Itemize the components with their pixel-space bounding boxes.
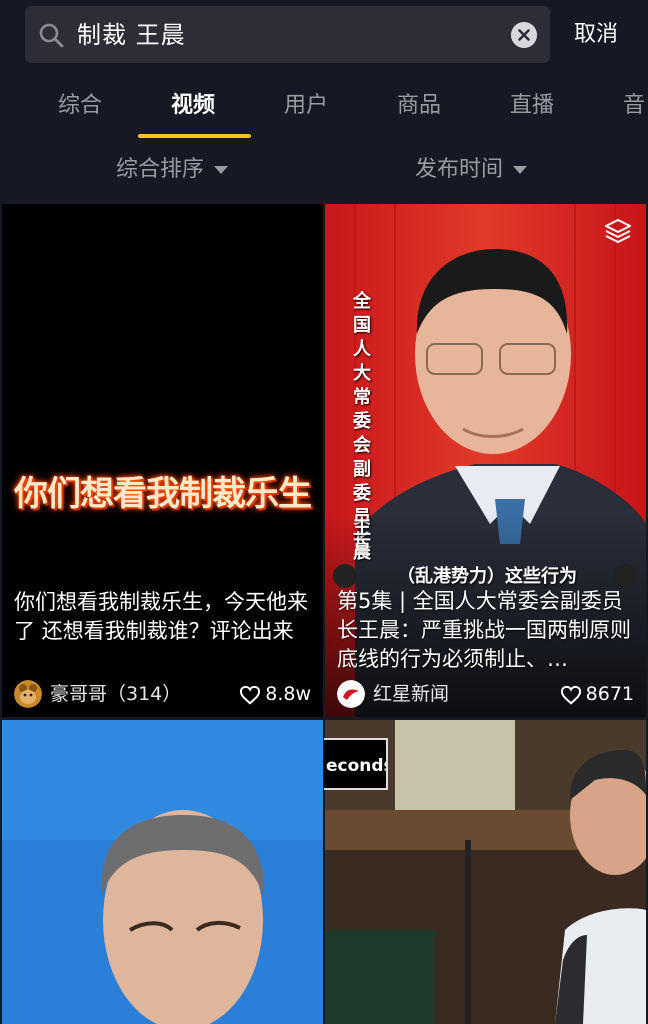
video-overlay-text: 你们想看我制裁乐生 — [14, 474, 312, 514]
video-card[interactable]: 第5集 | 全国人大常委会副委员长王晨：严重挑战一国两制原则底线的行为必须制止、… — [325, 204, 646, 717]
tab-videos[interactable]: 视频 — [171, 90, 215, 122]
author-name[interactable]: 红星新闻 — [373, 678, 449, 710]
tab-goods[interactable]: 商品 — [397, 90, 441, 122]
heart-icon — [560, 685, 581, 704]
like-count-value: 8.8w — [265, 683, 311, 705]
avatar[interactable] — [337, 680, 365, 708]
video-caption: 你们想看我制裁乐生，今天他来了 还想看我制裁谁？评论出来 — [14, 590, 308, 643]
caret-down-icon — [513, 166, 528, 174]
video-vertical-name: 王晨 — [353, 518, 371, 563]
time-filter-label: 发布时间 — [415, 157, 504, 182]
tab-live[interactable]: 直播 — [510, 90, 554, 122]
tab-all[interactable]: 综合 — [58, 90, 102, 122]
video-vertical-title: 全国人大常委会副委员长 — [353, 291, 371, 552]
avatar[interactable] — [14, 680, 42, 708]
tab-music[interactable]: 音 — [623, 90, 645, 122]
search-input[interactable]: 制裁 王晨 — [25, 6, 550, 63]
video-card[interactable]: 你们想看我制裁乐生 你们想看我制裁乐生，今天他来了 还想看我制裁谁？评论出来 豪… — [2, 204, 323, 717]
cancel-button[interactable]: 取消 — [574, 18, 618, 52]
tab-users[interactable]: 用户 — [284, 90, 328, 122]
like-count: 8.8w — [239, 678, 311, 710]
search-header: 制裁 王晨 取消 — [0, 0, 648, 72]
video-meta: 豪哥哥（314） 8.8w — [14, 678, 311, 710]
video-caption: 第5集 | 全国人大常委会副委员长王晨：严重挑战一国两制原则底线的行为必须制止、… — [337, 589, 631, 671]
sort-filter-label: 综合排序 — [116, 157, 205, 182]
search-icon — [39, 23, 64, 48]
author-name[interactable]: 豪哥哥（314） — [50, 678, 181, 710]
video-corner-label: econds — [324, 738, 388, 790]
search-results-page: 制裁 王晨 取消 综合 视频 用户 商品 直播 音 综合排序 发布时间 你们想看… — [0, 0, 648, 1024]
filter-bar: 综合排序 发布时间 — [0, 140, 648, 202]
video-thumbnail — [2, 720, 323, 1024]
clear-icon[interactable] — [511, 22, 537, 48]
video-card[interactable] — [2, 720, 323, 1024]
caret-down-icon — [214, 166, 229, 174]
like-count-value: 8671 — [585, 683, 634, 705]
video-subtitle: （乱港势力）这些行为 — [397, 566, 577, 587]
video-meta: 红星新闻 8671 — [337, 678, 634, 710]
active-tab-indicator — [138, 134, 251, 138]
heart-icon — [240, 685, 261, 704]
time-filter[interactable]: 发布时间 — [415, 154, 528, 186]
search-query-text: 制裁 王晨 — [77, 21, 186, 49]
sort-filter[interactable]: 综合排序 — [116, 154, 229, 186]
result-tabs: 综合 视频 用户 商品 直播 音 — [0, 72, 648, 140]
like-count: 8671 — [560, 678, 634, 710]
stack-icon — [605, 219, 631, 243]
